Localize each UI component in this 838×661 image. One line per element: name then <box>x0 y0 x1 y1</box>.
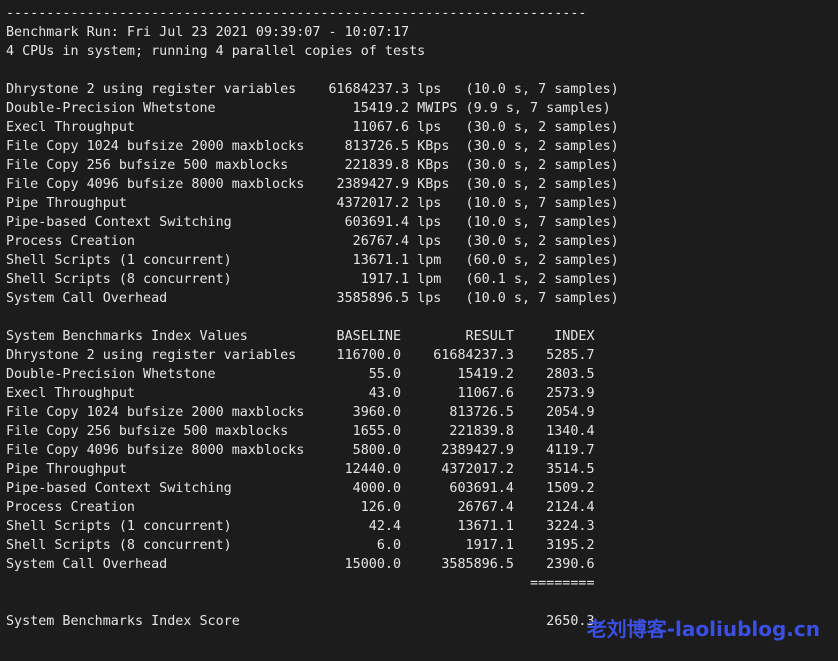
index-table-header: System Benchmarks Index Values BASELINE … <box>6 329 595 344</box>
index-table-row: Shell Scripts (8 concurrent) 6.0 1917.1 … <box>6 538 595 553</box>
index-table-row: Pipe-based Context Switching 4000.0 6036… <box>6 481 595 496</box>
benchmark-result-row: File Copy 256 bufsize 500 maxblocks 2218… <box>6 158 619 173</box>
top-divider: ----------------------------------------… <box>6 6 587 21</box>
index-table-row: Execl Throughput 43.0 11067.6 2573.9 <box>6 386 595 401</box>
benchmark-result-row: Execl Throughput 11067.6 lps (30.0 s, 2 … <box>6 120 619 135</box>
index-table-row: Double-Precision Whetstone 55.0 15419.2 … <box>6 367 595 382</box>
raw-results-block: Dhrystone 2 using register variables 616… <box>6 80 838 308</box>
watermark-label: 老刘博客-laoliublog.cn <box>586 617 820 641</box>
benchmark-result-row: Pipe-based Context Switching 603691.4 lp… <box>6 215 619 230</box>
index-table-row: Process Creation 126.0 26767.4 2124.4 <box>6 500 595 515</box>
benchmark-result-row: System Call Overhead 3585896.5 lps (10.0… <box>6 291 619 306</box>
benchmark-result-row: Dhrystone 2 using register variables 616… <box>6 82 619 97</box>
index-table-row: Shell Scripts (1 concurrent) 42.4 13671.… <box>6 519 595 534</box>
index-score-separator: ======== <box>6 576 595 591</box>
cpu-info-line: 4 CPUs in system; running 4 parallel cop… <box>6 44 426 59</box>
index-table-row: Pipe Throughput 12440.0 4372017.2 3514.5 <box>6 462 595 477</box>
index-table-row: File Copy 256 bufsize 500 maxblocks 1655… <box>6 424 595 439</box>
index-values-block: System Benchmarks Index Values BASELINE … <box>6 327 838 593</box>
benchmark-result-row: Process Creation 26767.4 lps (30.0 s, 2 … <box>6 234 619 249</box>
benchmark-run-line: Benchmark Run: Fri Jul 23 2021 09:39:07 … <box>6 25 410 40</box>
index-table-row: File Copy 1024 bufsize 2000 maxblocks 39… <box>6 405 595 420</box>
benchmark-result-row: File Copy 1024 bufsize 2000 maxblocks 81… <box>6 139 619 154</box>
index-table-row: Dhrystone 2 using register variables 116… <box>6 348 595 363</box>
benchmark-result-row: Double-Precision Whetstone 15419.2 MWIPS… <box>6 101 611 116</box>
benchmark-result-row: Shell Scripts (8 concurrent) 1917.1 lpm … <box>6 272 619 287</box>
terminal-window: ----------------------------------------… <box>0 0 838 661</box>
benchmark-result-row: File Copy 4096 bufsize 8000 maxblocks 23… <box>6 177 619 192</box>
index-table-row: System Call Overhead 15000.0 3585896.5 2… <box>6 557 595 572</box>
benchmark-result-row: Pipe Throughput 4372017.2 lps (10.0 s, 7… <box>6 196 619 211</box>
benchmark-result-row: Shell Scripts (1 concurrent) 13671.1 lpm… <box>6 253 619 268</box>
index-table-row: File Copy 4096 bufsize 8000 maxblocks 58… <box>6 443 595 458</box>
